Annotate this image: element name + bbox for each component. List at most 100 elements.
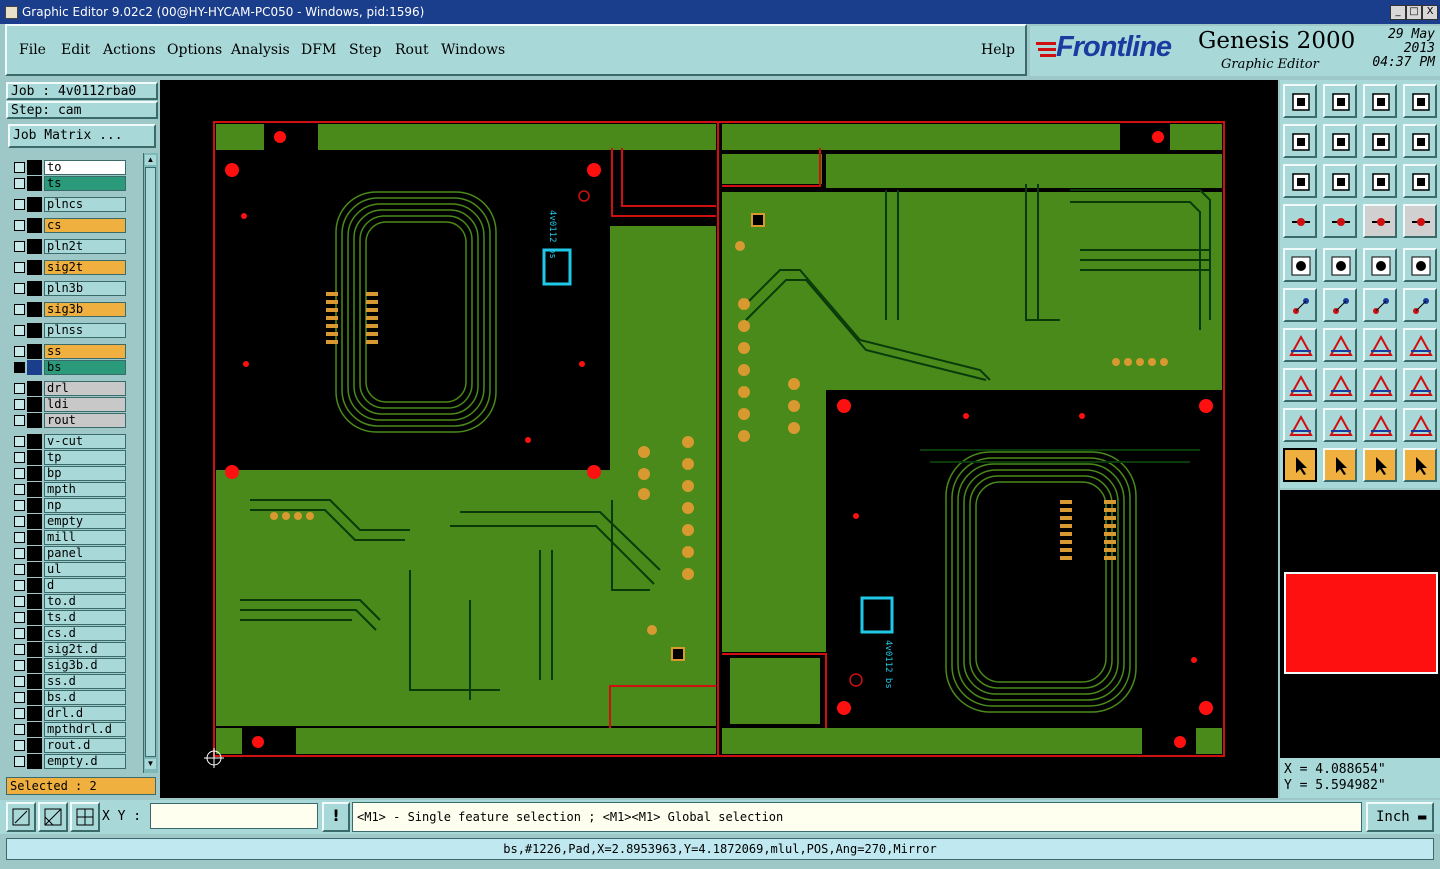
layer-checkbox[interactable] [14, 362, 25, 373]
select-move-button[interactable] [1363, 448, 1397, 482]
layer-row-panel[interactable]: panel [7, 546, 147, 561]
layer-row-pln3b[interactable]: pln3b [7, 281, 147, 296]
layer-checkbox[interactable] [14, 484, 25, 495]
angle-tool-button[interactable] [1283, 328, 1317, 362]
layer-name[interactable]: rout [44, 413, 126, 428]
pan-view-button[interactable] [1323, 164, 1357, 198]
layer-affected-marker[interactable] [27, 360, 42, 375]
layer-affected-marker[interactable] [27, 738, 42, 753]
maximize-button[interactable]: □ [1406, 5, 1422, 20]
scale-1-2-button[interactable] [1363, 164, 1397, 198]
help-view-button[interactable] [1403, 164, 1437, 198]
triangle-tool-button[interactable] [1283, 408, 1317, 442]
units-dropdown[interactable]: Inch ▬ [1366, 802, 1434, 832]
measure-tool-button[interactable] [1283, 204, 1317, 238]
layer-affected-marker[interactable] [27, 754, 42, 769]
layer-affected-marker[interactable] [27, 239, 42, 254]
layer-name[interactable]: mpth [44, 482, 126, 497]
menu-edit[interactable]: Edit [61, 42, 90, 58]
menu-rout[interactable]: Rout [395, 42, 429, 58]
layer-checkbox[interactable] [14, 346, 25, 357]
layer-affected-marker[interactable] [27, 674, 42, 689]
xy-input[interactable] [150, 803, 318, 829]
layer-red-b-button[interactable] [1403, 204, 1437, 238]
layer-name[interactable]: mpthdrl.d [44, 722, 126, 737]
layer-name[interactable]: ts [44, 176, 126, 191]
layer-affected-marker[interactable] [27, 578, 42, 593]
select-box-button[interactable] [1323, 448, 1357, 482]
layer-checkbox[interactable] [14, 162, 25, 173]
snap-view-button[interactable] [1403, 124, 1437, 158]
undo-view-button[interactable] [1283, 84, 1317, 118]
line-add-button[interactable] [1323, 248, 1357, 282]
connect-tool-button[interactable] [1323, 204, 1357, 238]
layer-row-mpth[interactable]: mpth [7, 482, 147, 497]
layer-checkbox[interactable] [14, 399, 25, 410]
menu-step[interactable]: Step [349, 42, 381, 58]
layer-row-rout[interactable]: rout [7, 413, 147, 428]
layer-row-to[interactable]: to [7, 160, 147, 175]
layer-affected-marker[interactable] [27, 626, 42, 641]
layer-affected-marker[interactable] [27, 530, 42, 545]
redo-view-button[interactable] [1323, 84, 1357, 118]
layer-name[interactable]: mill [44, 530, 126, 545]
zoom-home-button[interactable] [1363, 124, 1397, 158]
home-view-button[interactable] [1363, 84, 1397, 118]
layer-name[interactable]: sig3b.d [44, 658, 126, 673]
graphic-canvas[interactable]: 4v0112 bs 4v0112 bs [160, 80, 1278, 798]
layer-row-cs-d[interactable]: cs.d [7, 626, 147, 641]
layer-row-ss[interactable]: ss [7, 344, 147, 359]
layer-row-plncs[interactable]: plncs [7, 197, 147, 212]
cross-tool-button[interactable] [1323, 288, 1357, 322]
layer-row-ul[interactable]: ul [7, 562, 147, 577]
layer-affected-marker[interactable] [27, 434, 42, 449]
triangle-b-button[interactable] [1323, 408, 1357, 442]
menu-windows[interactable]: Windows [441, 42, 505, 58]
layer-name[interactable]: cs.d [44, 626, 126, 641]
triangle-d-button[interactable] [1403, 408, 1437, 442]
pad-add-button[interactable] [1283, 248, 1317, 282]
layer-checkbox[interactable] [14, 660, 25, 671]
triangle-c-button[interactable] [1363, 408, 1397, 442]
layer-red-a-button[interactable] [1363, 204, 1397, 238]
layer-row-empty-d[interactable]: empty.d [7, 754, 147, 769]
layer-checkbox[interactable] [14, 644, 25, 655]
menu-analysis[interactable]: Analysis [231, 42, 290, 58]
layer-checkbox[interactable] [14, 532, 25, 543]
ruler-tool-button[interactable] [1363, 248, 1397, 282]
layer-name[interactable]: empty.d [44, 754, 126, 769]
layer-affected-marker[interactable] [27, 397, 42, 412]
layer-name[interactable]: sig3b [44, 302, 126, 317]
layer-name[interactable]: drl [44, 381, 126, 396]
layer-row-drl-d[interactable]: drl.d [7, 706, 147, 721]
circle-tool-button[interactable] [1403, 248, 1437, 282]
layer-checkbox[interactable] [14, 564, 25, 575]
menu-help[interactable]: Help [981, 42, 1015, 58]
layer-checkbox[interactable] [14, 220, 25, 231]
layer-name[interactable]: bs [44, 360, 126, 375]
layer-name[interactable]: ts.d [44, 610, 126, 625]
layer-row-bs-d[interactable]: bs.d [7, 690, 147, 705]
arc-tool-button[interactable] [1403, 288, 1437, 322]
layer-affected-marker[interactable] [27, 498, 42, 513]
layer-affected-marker[interactable] [27, 160, 42, 175]
layer-row-sig3b[interactable]: sig3b [7, 302, 147, 317]
layer-name[interactable]: bs.d [44, 690, 126, 705]
layer-checkbox[interactable] [14, 740, 25, 751]
layer-affected-marker[interactable] [27, 260, 42, 275]
scroll-down-icon[interactable]: ▼ [145, 759, 156, 769]
layer-affected-marker[interactable] [27, 690, 42, 705]
layer-affected-marker[interactable] [27, 706, 42, 721]
layer-row-sig2t-d[interactable]: sig2t.d [7, 642, 147, 657]
layer-affected-marker[interactable] [27, 594, 42, 609]
layer-row-empty[interactable]: empty [7, 514, 147, 529]
close-button[interactable]: X [1422, 5, 1438, 20]
node-tool-button[interactable] [1283, 288, 1317, 322]
layer-name[interactable]: ss.d [44, 674, 126, 689]
layer-checkbox[interactable] [14, 724, 25, 735]
fit-view-button[interactable] [1283, 164, 1317, 198]
layer-affected-marker[interactable] [27, 658, 42, 673]
layer-row-sig3b-d[interactable]: sig3b.d [7, 658, 147, 673]
layer-name[interactable]: panel [44, 546, 126, 561]
layer-row-mill[interactable]: mill [7, 530, 147, 545]
